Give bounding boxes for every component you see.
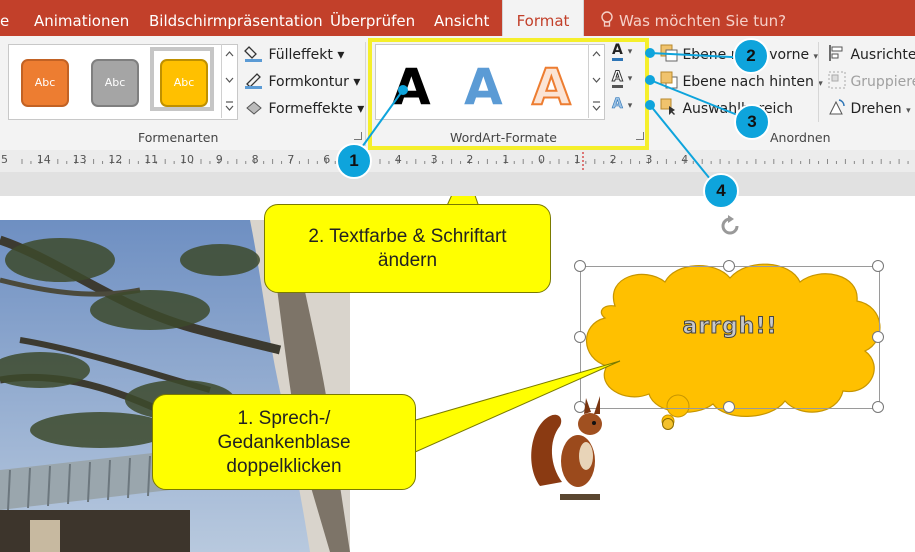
step-badge-2: 2 [733,38,769,74]
step-badge-4: 4 [703,173,739,209]
step-badge-1: 1 [336,143,372,179]
badge-leader-lines [351,48,752,191]
step-badge-3: 3 [734,104,770,140]
